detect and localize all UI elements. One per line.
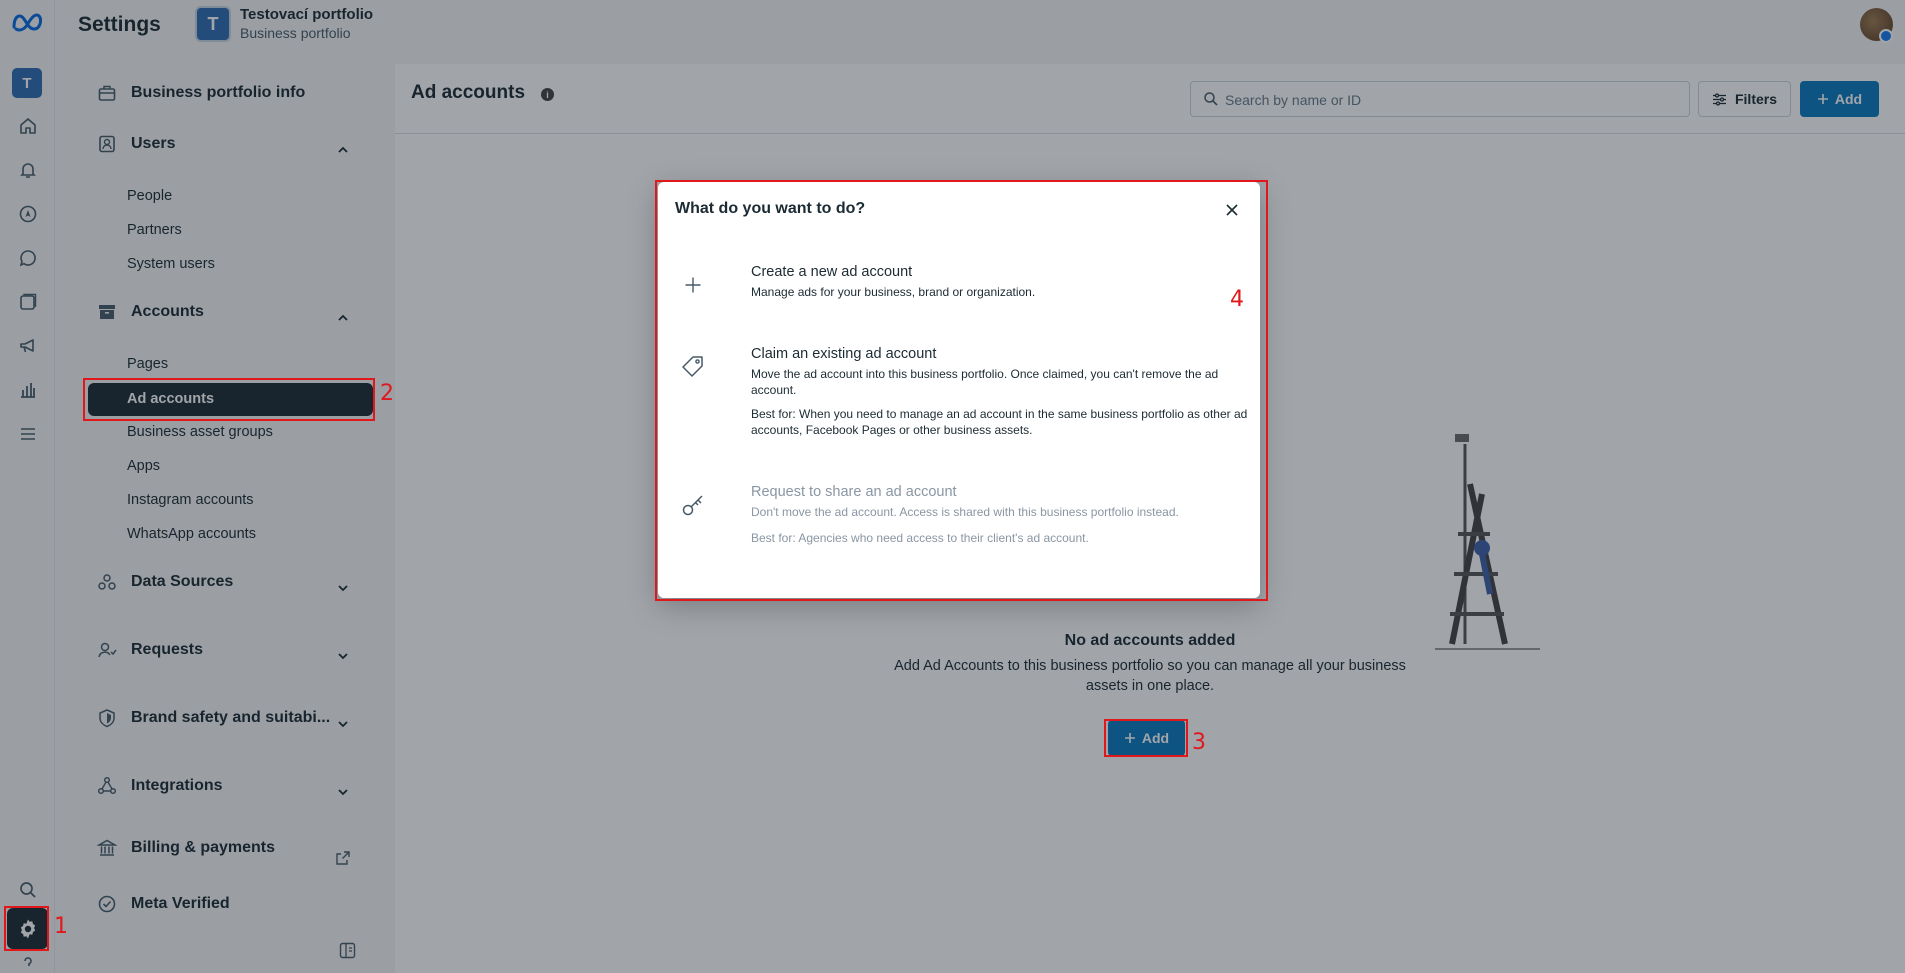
annotation-box-1 bbox=[4, 906, 49, 951]
annotation-box-2 bbox=[83, 378, 375, 421]
annotation-label-2: 2 bbox=[380, 381, 394, 406]
annotation-label-4: 4 bbox=[1230, 287, 1244, 312]
annotation-box-4 bbox=[655, 180, 1268, 601]
annotation-label-1: 1 bbox=[54, 914, 68, 939]
annotation-label-3: 3 bbox=[1192, 730, 1206, 755]
annotation-box-3 bbox=[1104, 719, 1188, 757]
